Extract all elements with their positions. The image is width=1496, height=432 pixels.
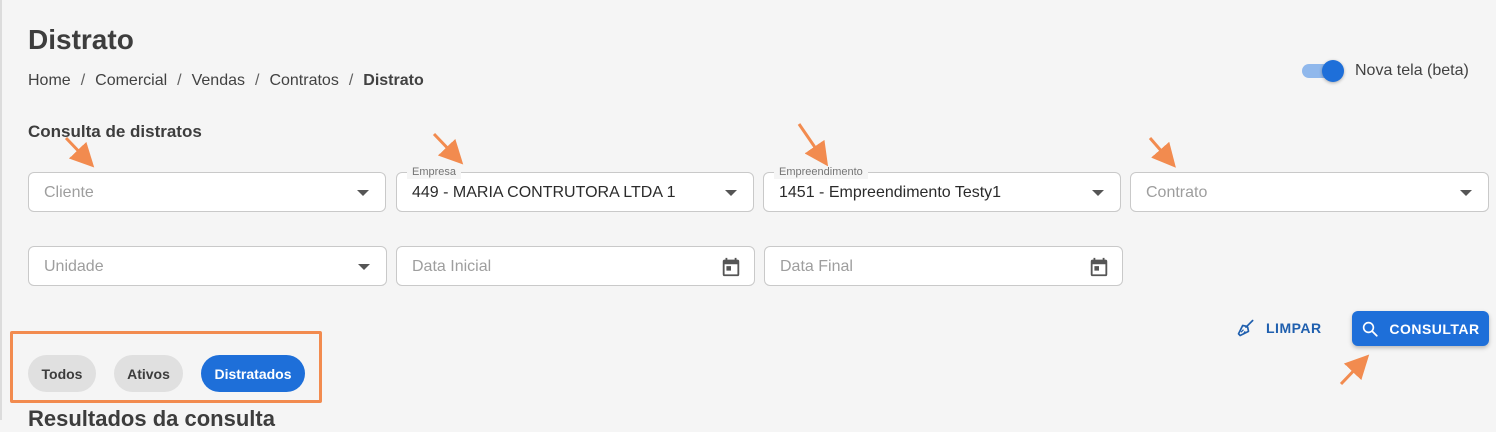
breadcrumb-comercial[interactable]: Comercial [95,72,167,90]
contrato-placeholder: Contrato [1146,184,1208,201]
empresa-value: 449 - MARIA CONTRUTORA LTDA 1 [412,184,676,201]
toggle-label: Nova tela (beta) [1355,62,1469,79]
breadcrumb-vendas[interactable]: Vendas [192,72,245,90]
chip-todos[interactable]: Todos [28,355,96,392]
empreendimento-select[interactable]: Empreendimento 1451 - Empreendimento Tes… [763,165,1121,212]
breadcrumb: Home / Comercial / Vendas / Contratos / … [28,72,424,90]
chevron-down-icon [1460,190,1472,196]
search-icon [1363,321,1378,337]
consultar-button[interactable]: CONSULTAR [1352,311,1489,346]
results-title: Resultados da consulta [28,406,275,431]
empresa-label: Empresa [407,165,462,179]
broom-icon [1237,319,1254,337]
breadcrumb-home[interactable]: Home [28,72,71,90]
page-title: Distrato [28,24,134,55]
breadcrumb-separator: / [177,72,182,89]
breadcrumb-distrato: Distrato [363,72,424,89]
empreendimento-label: Empreendimento [774,165,868,179]
chevron-down-icon [357,190,369,196]
data-final-placeholder: Data Final [780,258,853,275]
nova-tela-toggle[interactable] [1302,60,1344,84]
cliente-select[interactable]: Cliente [28,172,386,212]
contrato-select[interactable]: Contrato [1130,172,1489,212]
unidade-placeholder: Unidade [44,258,104,275]
empresa-select[interactable]: Empresa 449 - MARIA CONTRUTORA LTDA 1 [396,165,754,212]
arrow-icon [797,123,829,167]
data-inicial-placeholder: Data Inicial [412,258,492,275]
breadcrumb-separator: / [348,72,354,89]
chevron-down-icon [725,190,737,196]
unidade-select[interactable]: Unidade [28,246,387,286]
calendar-icon[interactable] [1088,256,1110,278]
breadcrumb-separator: / [255,72,260,89]
breadcrumb-separator: / [80,72,86,89]
section-title: Consulta de distratos [28,122,202,141]
empreendimento-value: 1451 - Empreendimento Testy1 [779,184,1002,201]
calendar-icon[interactable] [720,256,742,278]
data-inicial-field[interactable]: Data Inicial [396,246,755,286]
toggle-thumb [1322,60,1344,82]
limpar-label: LIMPAR [1266,320,1322,336]
cliente-placeholder: Cliente [44,184,94,201]
consultar-label: CONSULTAR [1389,320,1480,337]
breadcrumb-contratos[interactable]: Contratos [269,72,338,90]
chevron-down-icon [358,264,370,270]
chevron-down-icon [1092,190,1104,196]
chip-distratados[interactable]: Distratados [201,355,305,392]
left-border [0,0,2,420]
arrow-icon [1339,354,1370,386]
limpar-button[interactable]: LIMPAR [1236,316,1322,340]
data-final-field[interactable]: Data Final [764,246,1123,286]
arrow-icon [432,132,464,165]
arrow-icon [1148,137,1176,168]
chip-ativos[interactable]: Ativos [114,355,183,392]
